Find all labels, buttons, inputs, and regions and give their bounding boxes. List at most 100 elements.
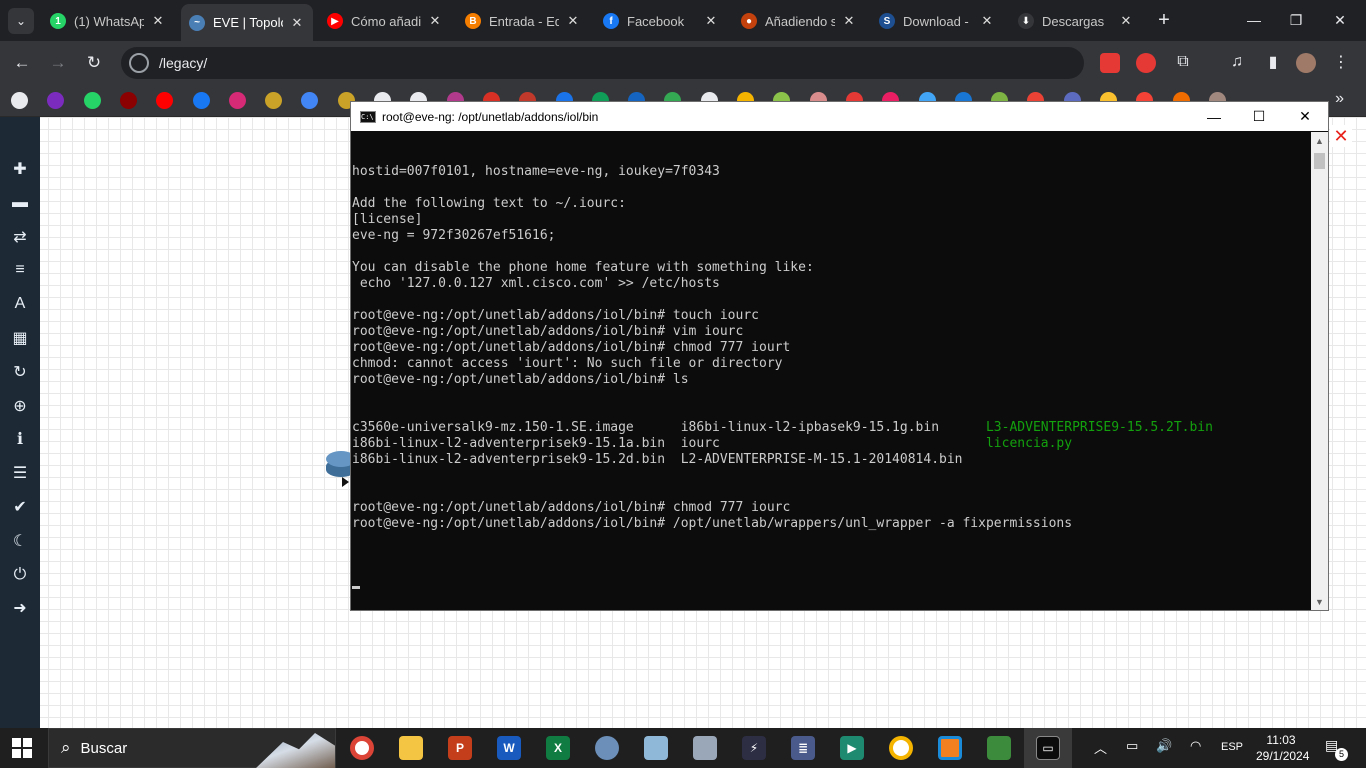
terminal-line: root@eve-ng:/opt/unetlab/addons/iol/bin#… [352,372,689,387]
language-indicator[interactable]: ESP [1221,741,1243,753]
taskbar-monitor-icon[interactable] [693,736,717,760]
terminal-output[interactable]: hostid=007f0101, hostname=eve-ng, ioukey… [352,132,1310,610]
tab-close-icon[interactable]: ✕ [841,13,857,29]
startup-configs-icon[interactable]: ≡ [9,259,31,281]
reload-button[interactable]: ↻ [80,49,108,77]
new-tab-button[interactable]: + [1152,8,1176,32]
taskbar-notepad-icon[interactable] [644,736,668,760]
taskbar-word-icon[interactable]: W [497,736,521,760]
browser-tab[interactable]: S Download - ✕ [871,6,1003,36]
browser-minimize-button[interactable]: — [1236,6,1272,34]
extensions-puzzle-icon[interactable]: ⧉ [1172,51,1194,73]
taskbar-explorer-icon[interactable] [399,736,423,760]
taskbar-server-icon[interactable]: ≣ [791,736,815,760]
terminal-scrollbar[interactable]: ▲ ▼ [1311,132,1328,610]
battery-icon[interactable]: ▭ [1126,738,1138,754]
bookmark-icon[interactable] [301,92,319,109]
taskbar-chrome-profile-icon[interactable] [889,736,913,760]
taskbar-network-tool-icon[interactable] [987,736,1011,760]
bookmark-icon[interactable] [228,92,246,109]
nodes-icon[interactable]: ▬ [9,192,31,214]
tab-close-icon[interactable]: ✕ [150,13,166,29]
wifi-icon[interactable]: ◠ [1190,738,1201,754]
browser-tab[interactable]: ⬇ Descargas ✕ [1010,6,1142,36]
notification-badge: 5 [1335,748,1348,761]
taskbar-clock[interactable]: 11:03 29/1/2024 [1256,732,1309,764]
bookmark-icon[interactable] [83,92,101,109]
profile-avatar[interactable] [1296,53,1316,73]
ls-file-name: i86bi-linux-l2-ipbasek9-15.1g.bin [680,420,986,435]
browser-restore-button[interactable]: ❐ [1278,6,1314,34]
address-url[interactable]: /legacy/ [159,55,207,71]
tab-close-icon[interactable]: ✕ [427,13,443,29]
tab-title: Cómo añadir [351,13,421,29]
close-panel-icon[interactable]: ✕ [1330,125,1352,147]
bookmark-icon[interactable] [265,92,283,109]
extension-adblock-icon[interactable] [1136,53,1156,73]
taskbar-terminal-icon[interactable]: ▭ [1036,736,1060,760]
browser-tab[interactable]: ● Añadiendo s ✕ [733,6,865,36]
browser-tab[interactable]: ~ EVE | Topology ✕ [181,4,313,41]
browser-tab[interactable]: f Facebook ✕ [595,6,727,36]
power-icon[interactable]: ⏻ [9,564,31,586]
browser-close-button[interactable]: ✕ [1322,6,1358,34]
start-windows-icon[interactable] [12,738,32,758]
terminal-title-bar[interactable]: C:\ root@eve-ng: /opt/unetlab/addons/iol… [351,102,1328,131]
browser-tab[interactable]: ▶ Cómo añadir ✕ [319,6,451,36]
scroll-up-icon[interactable]: ▲ [1311,132,1328,149]
browser-tab[interactable]: 1 (1) WhatsApp ✕ [42,6,174,36]
bookmark-icon[interactable] [119,92,137,109]
bookmark-icon[interactable] [11,92,28,109]
forward-button[interactable]: → [44,49,72,77]
lock-icon[interactable]: ✔ [9,496,31,518]
taskbar-search[interactable]: ⌕ Buscar [48,728,336,768]
taskbar-powerpoint-icon[interactable]: P [448,736,472,760]
tab-close-icon[interactable]: ✕ [979,13,995,29]
taskbar-chrome-icon[interactable] [350,736,374,760]
browser-menu-icon[interactable]: ⋮ [1330,51,1352,73]
browser-tab[interactable]: B Entrada - Edi ✕ [457,6,589,36]
scroll-thumb[interactable] [1314,153,1325,169]
taskbar-pycharm-icon[interactable]: ▶ [840,736,864,760]
scroll-down-icon[interactable]: ▼ [1311,593,1328,610]
terminal-minimize-button[interactable]: — [1191,102,1237,131]
terminal-line: root@eve-ng:/opt/unetlab/addons/iol/bin#… [352,516,1073,531]
tab-close-icon[interactable]: ✕ [703,13,719,29]
bookmarks-more-icon[interactable]: » [1335,90,1344,108]
networks-icon[interactable]: ⇄ [9,226,31,248]
media-control-icon[interactable]: ♫ [1226,51,1248,73]
tab-close-icon[interactable]: ✕ [289,15,305,31]
terminal-window[interactable]: C:\ root@eve-ng: /opt/unetlab/addons/iol… [350,101,1329,611]
volume-icon[interactable]: 🔊 [1156,738,1172,754]
lab-details-icon[interactable]: ☰ [9,462,31,484]
terminal-close-button[interactable]: ✕ [1282,102,1328,131]
taskbar-paint-icon[interactable] [595,736,619,760]
terminal-maximize-button[interactable]: ☐ [1236,102,1282,131]
text-icon[interactable]: A [9,293,31,315]
bookmark-icon[interactable] [156,92,174,109]
tab-close-icon[interactable]: ✕ [1118,13,1134,29]
side-panel-icon[interactable]: ▮ [1262,51,1284,73]
refresh-icon[interactable]: ↻ [9,361,31,383]
info-icon[interactable]: ℹ [9,428,31,450]
zoom-icon[interactable]: ⊕ [9,395,31,417]
logout-icon[interactable]: ➜ [9,597,31,619]
tab-search-button[interactable]: ⌄ [8,8,34,34]
search-input[interactable]: Buscar [81,740,128,757]
bookmark-icon[interactable] [47,92,65,109]
tab-close-icon[interactable]: ✕ [565,13,581,29]
add-object-icon[interactable]: ✚ [9,158,31,180]
status-icon[interactable]: ▦ [9,327,31,349]
taskbar-excel-icon[interactable]: X [546,736,570,760]
site-info-icon[interactable] [129,53,149,73]
address-bar[interactable]: /legacy/ [121,47,1084,79]
tray-chevron-icon[interactable]: ︿ [1094,738,1107,757]
extension-mega-icon[interactable] [1100,53,1120,73]
dark-mode-icon[interactable]: ☾ [9,530,31,552]
back-button[interactable]: ← [8,49,36,77]
taskbar-virtualbox-icon[interactable] [938,736,962,760]
ls-file-name: i86bi-linux-l2-adventerprisek9-15.1a.bin [352,436,681,451]
bookmark-icon[interactable] [192,92,210,109]
taskbar-app-icon[interactable]: ⚡ [742,736,766,760]
